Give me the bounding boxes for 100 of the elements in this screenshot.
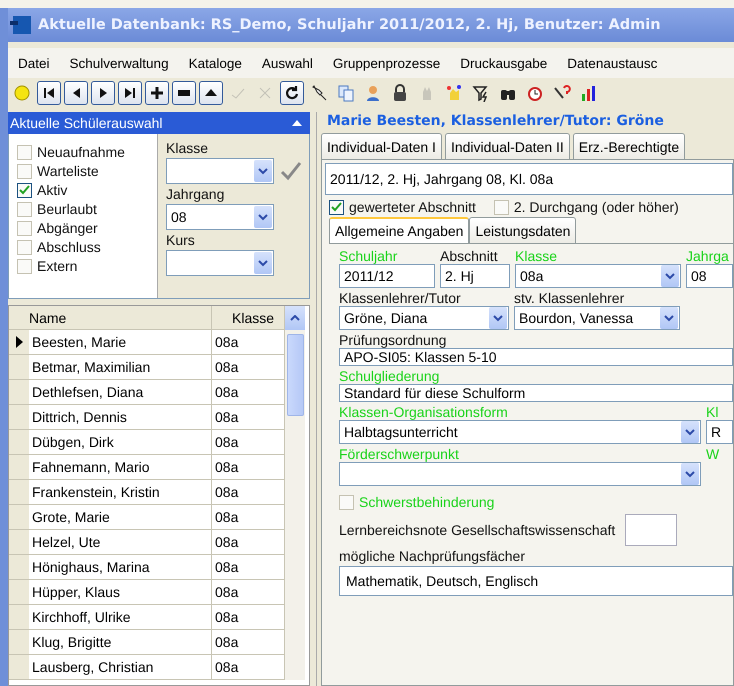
pin-icon [310,84,328,102]
table-cell: Betmar, Maximilian [29,355,212,380]
table-cell: Frankenstein, Kristin [29,480,212,505]
field-label: Förderschwerpunkt [339,446,460,462]
menu-item[interactable]: Kataloge [188,56,242,70]
scroll-thumb[interactable] [286,334,304,416]
chevron-down-icon [258,260,268,266]
table-cell: Dittrich, Dennis [29,405,212,430]
field-label: stv. Klassenlehrer [514,290,626,306]
checkbox[interactable] [17,164,32,178]
filter-lightning-icon [472,84,490,102]
tab[interactable]: Individual-Daten II [444,133,570,159]
field-label: Jahrgang [166,186,226,202]
input-field[interactable]: 2. Hj [440,264,510,288]
checkbox-label: Warteliste [37,163,99,179]
checkbox-label: Neuaufnahme [37,144,125,160]
dropdown-field[interactable]: Halbtagsunterricht [339,420,701,444]
menu-item[interactable]: Druckausgabe [460,56,548,70]
checkbox[interactable] [17,202,32,216]
menu-item[interactable]: Gruppenprozesse [332,56,440,70]
toolbar-button[interactable] [37,81,61,105]
dropdown-field[interactable]: 08 [166,204,274,230]
toolbar-button[interactable] [145,81,169,105]
status-light-icon [13,84,31,102]
column-header[interactable]: Name [9,306,212,330]
scrollbar[interactable] [285,330,305,680]
table-cell: Helzel, Ute [29,530,212,555]
collapse-icon[interactable] [292,120,302,126]
checkbox-label: gewerteter Abschnitt [349,199,476,215]
menu-item[interactable]: Datenaustausc [567,56,658,70]
checkbox[interactable] [17,258,32,274]
table-cell: Hönighaus, Marina [29,555,212,580]
menu-item[interactable]: Auswahl [262,56,313,70]
summary-field: 2011/12, 2. Hj, Jahrgang 08, Kl. 08a [325,163,733,195]
field-label: Abschnitt [440,248,499,264]
checkbox[interactable] [17,220,32,236]
plus-icon [148,84,166,102]
field-label: Klassenlehrer/Tutor [339,290,462,306]
checkbox-label: 2. Durchgang (oder höher) [514,199,679,215]
scroll-up-button[interactable] [285,306,305,330]
input-field[interactable]: APO-SI05: Klassen 5-10 [339,348,733,366]
tab[interactable]: Erz.-Berechtigte [572,133,686,159]
apply-check-icon[interactable] [280,161,302,181]
input-field[interactable]: 2011/12 [339,264,435,288]
checkbox-label: Abschluss [37,239,101,255]
copy-icon [337,84,355,102]
input-field[interactable]: R [706,420,733,444]
menu-item[interactable]: Schulverwaltung [70,56,169,70]
checkbox-label: Aktiv [37,182,68,198]
table-cell: Dübgen, Dirk [29,430,212,455]
checkbox[interactable] [329,200,344,214]
grade-field[interactable] [625,514,678,546]
field-label: Kurs [166,232,196,248]
tab[interactable]: Allgemeine Angaben [329,217,470,243]
input-field[interactable]: Mathematik, Deutsch, Englisch [339,566,733,596]
chevron-up-icon [290,315,300,321]
dropdown-field[interactable] [166,250,274,276]
checkbox[interactable] [339,494,354,510]
table-cell: Dethlefsen, Diana [29,380,212,405]
table-cell: Fahnemann, Mario [29,455,212,480]
dropdown-field[interactable]: Bourdon, Vanessa [514,306,680,330]
field-label: Schuljahr [339,248,398,264]
dropdown-field[interactable]: Gröne, Diana [339,306,509,330]
dropdown-field[interactable]: 08a [515,264,681,288]
menu-item[interactable]: Datei [18,56,50,70]
field-label: Prüfungsordnung [339,332,448,348]
toolbar-button[interactable] [118,81,142,105]
chevron-down-icon [665,272,675,280]
checkbox[interactable] [17,144,32,160]
toolbar-button[interactable] [280,81,304,105]
student-heading: Marie Beesten, Klassenlehrer/Tutor: Gröne [326,112,665,129]
checkbox[interactable] [17,182,32,198]
field-label: Klassen-Organisationsform [339,404,509,420]
toolbar-button[interactable] [199,81,223,105]
toolbar-button[interactable] [64,81,88,105]
tab[interactable]: Leistungsdaten [469,217,576,243]
checkbox[interactable] [494,200,509,214]
chevron-down-icon [493,314,503,322]
alarm-clock-icon [526,84,544,102]
current-row-icon [16,336,22,348]
dropdown-field[interactable] [166,158,274,184]
app-icon [10,15,32,35]
field-label: W [706,446,720,462]
toolbar-button[interactable] [172,81,196,105]
chevron-down-icon [258,168,268,174]
toolbar-button[interactable] [91,81,115,105]
field-label: Jahrga [686,248,730,264]
column-header[interactable]: Klasse [212,306,285,330]
window-title: Aktuelle Datenbank: RS_Demo, Schuljahr 2011/2012, 2. Hj, Benutzer: Admin [38,17,661,33]
input-field[interactable]: 08 [686,264,733,288]
field-label: mögliche Nachprüfungsfächer [339,548,526,564]
checkbox-label: Extern [37,258,78,274]
tab[interactable]: Individual-Daten I [321,133,442,159]
dropdown-field[interactable] [339,462,701,486]
lock-icon [391,84,409,102]
checkbox[interactable] [17,240,32,254]
field-label: Klasse [166,140,210,156]
input-field[interactable]: Standard für diese Schulform [339,384,733,402]
table-cell: Beesten, Marie [29,330,212,355]
bar-chart-icon [580,84,598,102]
